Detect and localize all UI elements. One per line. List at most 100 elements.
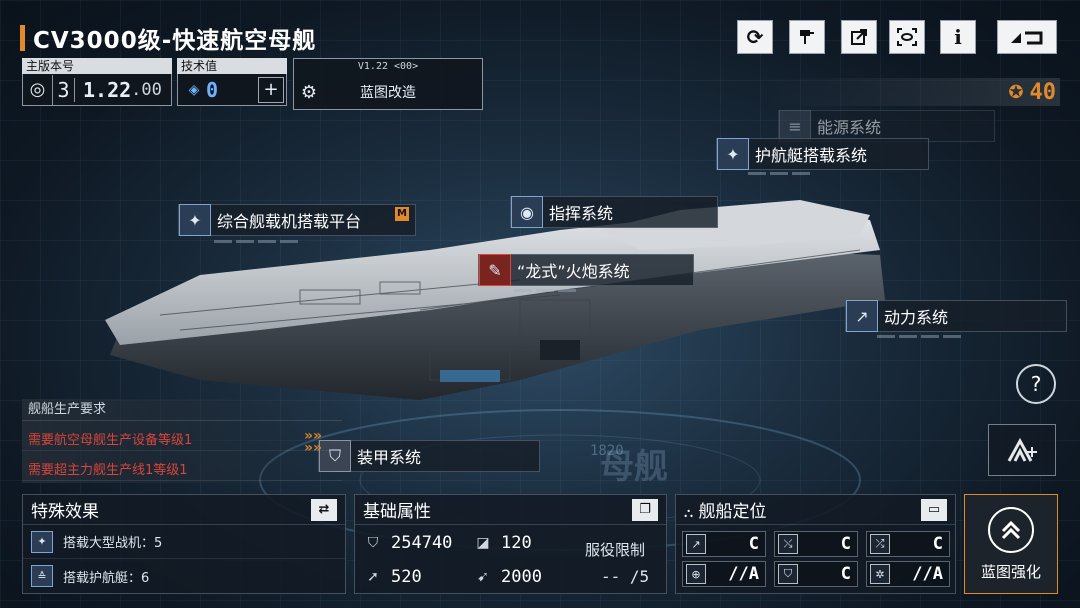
question-icon: ? [1030,372,1042,396]
mod-version: V1.22 <00> [357,61,419,72]
plus-icon: + [263,79,279,100]
strike-icon: ⤯ [778,534,798,554]
position-grade-1: C [748,534,759,554]
power-slots [877,335,961,338]
stat-armor: ◪ 120 [473,533,531,553]
title-accent-bar [20,25,25,51]
attributes-panel: 基础属性 ❐ ⛉ 254740 ◪ 120 ➚ 520 ➹ 2000 服役限制 … [354,494,667,594]
assault-icon: ↗ [686,534,706,554]
floor-watermark: 母舰 [600,447,668,487]
blueprint-upgrade-button[interactable]: 蓝图强化 [964,494,1058,594]
position-grade-6: //A [912,564,943,584]
stat-hp: ⛉ 254740 [363,533,453,553]
stat-warp: ➹ 2000 [473,567,542,587]
stat-speed-value: 520 [391,567,422,587]
position-grade-2: C [840,534,851,554]
system-power[interactable]: ↗ 动力系统 [845,300,1067,332]
aircraft-badge: M [395,207,409,221]
back-button[interactable] [997,20,1057,54]
position-cell-1: ↗ C [682,531,766,557]
target-icon: ⊕ [686,564,706,584]
special-effects-title: 特殊效果 [31,502,99,522]
tech-value-box: 技术值 ◈ 0 + [177,58,287,106]
upgrade-label: 蓝图强化 [980,562,1041,581]
position-cell-3: ⤮ C [866,531,950,557]
rank-up-icon [1007,437,1037,462]
page-title: CV3000级-快速航空母舰 [20,22,316,54]
main-version-suffix: .00 [131,79,162,100]
power-icon: ↗ [846,300,878,332]
escort-icon: ✦ [717,138,749,170]
production-req-1: 需要航空母舰生产设备等级1 [22,427,342,451]
info-icon: i [954,25,962,49]
window-icon: ❐ [639,502,651,517]
refresh-icon: ⟳ [746,25,764,49]
cannon-slots [514,289,576,292]
scan-button[interactable] [889,20,925,54]
production-requirements: 舰船生产要求 需要航空母舰生产设备等级1 需要超主力舰生产线1等级1 [22,399,342,483]
main-version-value: 1.22 [83,77,132,102]
help-button[interactable]: ? [1016,364,1056,404]
blueprint-mod-button[interactable]: V1.22 <00> ⚙ 蓝图改造 [293,58,483,110]
positioning-panel: ⛬ 舰船定位 ▭ ↗ C ⤯ C ⤮ C ⊕ //A ⛉ C ✲ //A [675,494,956,594]
warp-icon: ➹ [477,569,489,585]
ship-title: CV3000级-快速航空母舰 [33,28,317,54]
attributes-title: 基础属性 [363,502,431,522]
currency-value: 40 [1029,79,1057,105]
main-version-label: 主版本号 [22,58,172,74]
share-button[interactable] [841,20,877,54]
refresh-button[interactable]: ⟳ [737,20,773,54]
globe-icon: ◎ [23,74,53,105]
support-gear-icon: ✲ [870,564,890,584]
info-button[interactable]: i [940,20,976,54]
system-command-label: 指挥系统 [549,204,614,223]
system-armor-label: 装甲系统 [357,448,422,467]
special-effects-panel: 特殊效果 ⇄ ✦ 搭载大型战机：5 ≙ 搭载护航艇：6 [22,494,346,594]
position-grade-5: C [840,564,851,584]
swap-icon: ⇄ [318,502,330,517]
system-cannon[interactable]: ✎ “龙式”火炮系统 [478,254,694,286]
production-title: 舰船生产要求 [22,399,342,421]
tech-icon: ◈ [188,81,200,98]
swap-button[interactable]: ⇄ [311,498,337,521]
main-version-digit: 3 [53,77,75,102]
system-command[interactable]: ◉ 指挥系统 [510,196,718,228]
currency-display: ✪ 40 [760,78,1060,106]
stat-hp-value: 254740 [391,533,453,553]
rank-button[interactable] [988,424,1056,476]
mod-label: 蓝图改造 [360,85,416,101]
tech-add-button[interactable]: + [258,76,284,103]
tag-icon: ▭ [927,502,941,517]
position-cell-2: ⤯ C [774,531,858,557]
paint-icon [800,30,814,44]
effect-aircraft-text: 搭载大型战机：5 [63,536,163,551]
currency-icon: ✪ [1008,81,1024,103]
tech-value-label: 技术值 [177,58,287,74]
system-energy-label: 能源系统 [817,118,882,137]
gear-icon: ⚙ [300,81,318,103]
service-limit-value: -- /5 [601,567,650,586]
armor-stat-icon: ◪ [476,535,490,551]
system-escort[interactable]: ✦ 护航艇搭载系统 [716,138,929,170]
position-grade-3: C [932,534,943,554]
paint-button[interactable] [789,20,825,54]
escort-slots [748,172,810,175]
effect-row-aircraft: ✦ 搭载大型战机：5 [23,525,345,559]
attributes-detail-button[interactable]: ❐ [632,498,658,521]
speed-icon: ➚ [367,569,379,585]
escort-boat-icon: ≙ [31,565,53,587]
tech-value: 0 [206,77,219,102]
tag-button[interactable]: ▭ [921,498,947,521]
bomber-icon: ⤮ [870,534,890,554]
effect-escort-text: 搭载护航艇：6 [63,570,150,586]
defense-icon: ⛉ [778,564,798,584]
position-grade-4: //A [728,564,759,584]
system-armor[interactable]: ⛉ 装甲系统 [318,440,540,472]
back-icon [1011,31,1043,45]
system-aircraft-label: 综合舰载机搭载平台 [217,212,362,231]
system-escort-label: 护航艇搭载系统 [755,146,868,165]
system-aircraft[interactable]: ✦ 综合舰载机搭载平台 M [178,204,416,236]
service-limit-label: 服役限制 [585,541,646,559]
command-icon: ◉ [511,196,543,228]
scan-icon [897,28,917,46]
